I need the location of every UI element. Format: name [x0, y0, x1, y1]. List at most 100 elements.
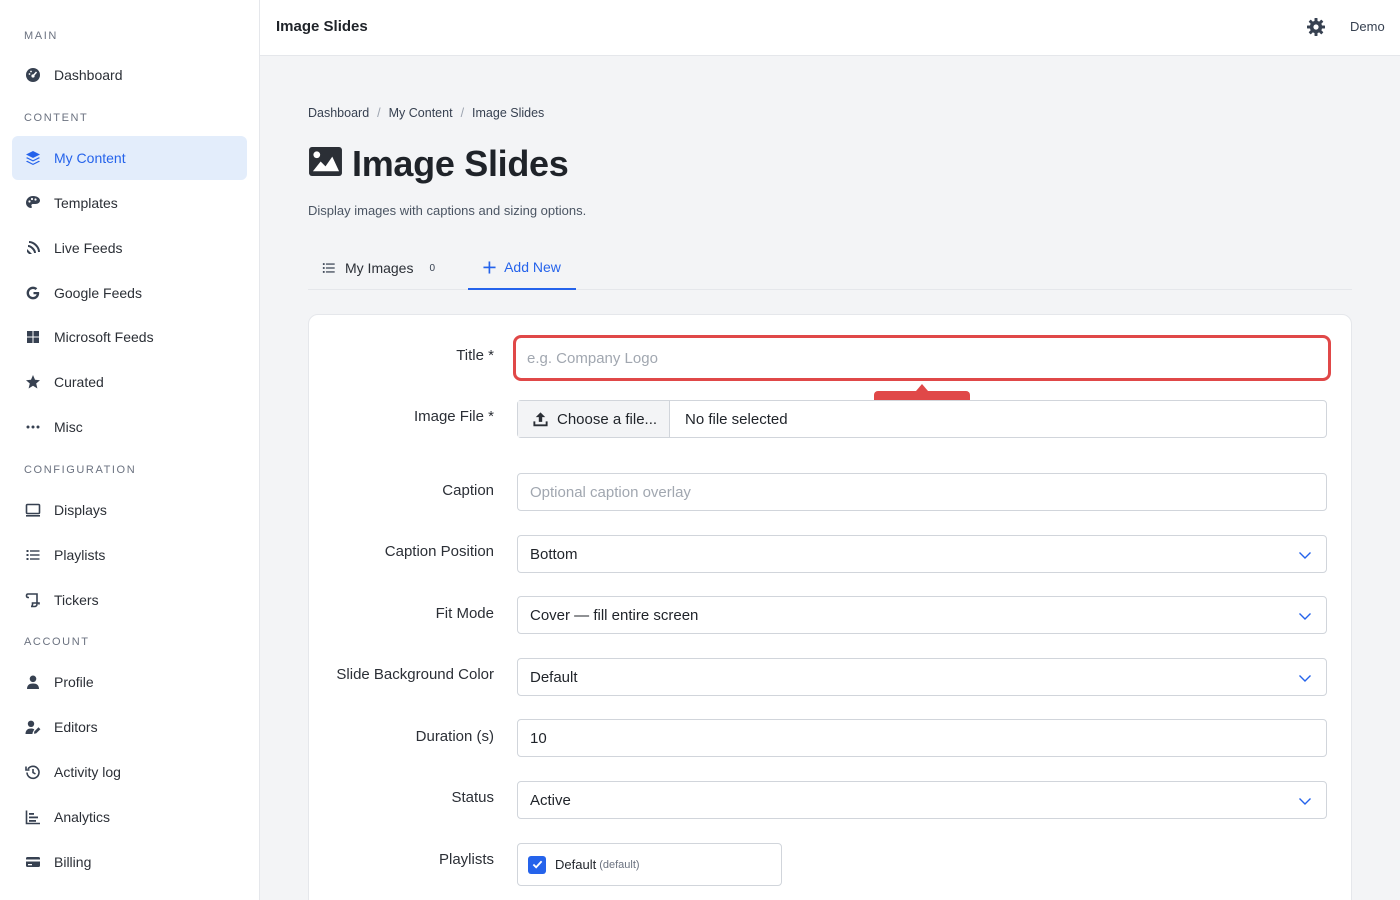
- bg-color-select[interactable]: Default: [517, 658, 1327, 696]
- image-file-input: Choose a file... No file selected: [517, 400, 1327, 438]
- file-status: No file selected: [685, 410, 788, 428]
- title-input[interactable]: e.g. Company Logo: [513, 335, 1331, 381]
- sidebar-item-label: Live Feeds: [54, 240, 123, 256]
- sidebar-item-misc[interactable]: Misc: [12, 405, 247, 449]
- choose-file-button[interactable]: Choose a file...: [518, 401, 670, 437]
- fit-mode-label: Fit Mode: [435, 605, 494, 622]
- sidebar-item-tickers[interactable]: Tickers: [12, 578, 247, 622]
- select-value: Bottom: [530, 545, 578, 563]
- windows-icon: [24, 328, 42, 346]
- chevron-down-icon: [1299, 552, 1311, 559]
- credit-card-icon: [24, 853, 42, 871]
- topbar-title: Image Slides: [276, 18, 368, 35]
- playlist-checkbox[interactable]: [528, 855, 546, 874]
- caption-label: Caption: [442, 482, 494, 499]
- list-icon: [322, 261, 336, 275]
- sidebar-item-curated[interactable]: Curated: [12, 360, 247, 404]
- check-icon: [532, 860, 542, 869]
- upload-icon: [533, 411, 548, 426]
- google-icon: [24, 284, 42, 302]
- sidebar-item-label: Templates: [54, 195, 118, 211]
- playlist-option: Default (default): [517, 843, 782, 886]
- fit-mode-select[interactable]: Cover — fill entire screen: [517, 596, 1327, 634]
- bg-color-label: Slide Background Color: [336, 666, 494, 683]
- page-title: Image Slides: [352, 143, 569, 184]
- tab-label: My Images: [345, 260, 414, 276]
- sidebar-item-analytics[interactable]: Analytics: [12, 795, 247, 839]
- sidebar-item-dashboard[interactable]: Dashboard: [12, 53, 247, 97]
- sidebar-item-activity-log[interactable]: Activity log: [12, 750, 247, 794]
- sidebar-item-label: Analytics: [54, 809, 111, 825]
- caption-position-select[interactable]: Bottom: [517, 535, 1327, 573]
- choose-file-label: Choose a file...: [557, 410, 658, 428]
- sidebar-item-label: Playlists: [54, 547, 106, 563]
- sidebar-item-label: Displays: [54, 502, 107, 518]
- sidebar-item-editors[interactable]: Editors: [12, 705, 247, 749]
- sidebar-item-microsoft-feeds[interactable]: Microsoft Feeds: [12, 315, 247, 359]
- topbar: Image Slides Demo: [260, 0, 1400, 56]
- palette-icon: [24, 194, 42, 212]
- select-value: Active: [530, 791, 571, 809]
- chevron-down-icon: [1299, 798, 1311, 805]
- sidebar: MAIN Dashboard CONTENT My Content Templa…: [0, 0, 260, 900]
- breadcrumb-my-content[interactable]: My Content: [389, 106, 453, 120]
- sidebar-section-content: CONTENT: [24, 112, 89, 124]
- chevron-down-icon: [1299, 675, 1311, 682]
- breadcrumb-dashboard[interactable]: Dashboard: [308, 106, 369, 120]
- sidebar-item-my-content[interactable]: My Content: [12, 136, 247, 180]
- select-value: Cover — fill entire screen: [530, 606, 699, 624]
- sidebar-section-main: MAIN: [24, 30, 58, 42]
- tab-add-new[interactable]: Add New: [468, 246, 576, 290]
- sidebar-item-google-feeds[interactable]: Google Feeds: [12, 271, 247, 315]
- tab-my-images[interactable]: My Images 0: [322, 246, 435, 290]
- sidebar-item-label: Activity log: [54, 764, 121, 780]
- sidebar-item-templates[interactable]: Templates: [12, 181, 247, 225]
- sidebar-item-label: My Content: [54, 150, 126, 166]
- scroll-icon: [24, 591, 42, 609]
- chevron-down-icon: [1299, 613, 1311, 620]
- list-icon: [24, 546, 42, 564]
- form-card: Title * e.g. Company Logo Type a title I…: [308, 314, 1352, 900]
- breadcrumb-current: Image Slides: [472, 106, 545, 120]
- sidebar-section-account: ACCOUNT: [24, 636, 90, 648]
- title-label: Title *: [456, 347, 494, 364]
- breadcrumb-separator: /: [377, 106, 381, 120]
- image-icon: [308, 146, 343, 182]
- user-edit-icon: [24, 718, 42, 736]
- sidebar-item-playlists[interactable]: Playlists: [12, 533, 247, 577]
- tab-label: Add New: [504, 259, 561, 275]
- tabs: My Images 0 Add New: [308, 246, 1352, 290]
- caption-input[interactable]: Optional caption overlay: [517, 473, 1327, 511]
- gear-icon[interactable]: [1306, 17, 1326, 37]
- sidebar-item-label: Microsoft Feeds: [54, 329, 154, 345]
- page-subtitle: Display images with captions and sizing …: [308, 203, 587, 218]
- page-header: Image Slides: [308, 143, 569, 185]
- sidebar-section-configuration: CONFIGURATION: [24, 464, 137, 476]
- playlists-label: Playlists: [438, 851, 494, 868]
- status-select[interactable]: Active: [517, 781, 1327, 819]
- duration-label: Duration (s): [415, 728, 494, 745]
- sidebar-item-label: Editors: [54, 719, 98, 735]
- duration-input[interactable]: 10: [517, 719, 1327, 757]
- status-label: Status: [451, 789, 494, 806]
- breadcrumb-separator: /: [460, 106, 465, 120]
- playlist-name: Default: [555, 857, 597, 872]
- playlist-default-tag: (default): [599, 858, 640, 871]
- sidebar-item-live-feeds[interactable]: Live Feeds: [12, 226, 247, 270]
- sidebar-item-displays[interactable]: Displays: [12, 488, 247, 532]
- sidebar-item-billing[interactable]: Billing: [12, 840, 247, 884]
- chart-icon: [24, 808, 42, 826]
- user-menu[interactable]: Demo: [1350, 19, 1385, 34]
- select-value: Default: [530, 668, 578, 686]
- star-icon: [24, 373, 42, 391]
- sidebar-item-label: Curated: [54, 374, 104, 390]
- satellite-icon: [24, 239, 42, 257]
- sidebar-item-label: Google Feeds: [54, 285, 142, 301]
- layers-icon: [24, 149, 42, 167]
- sidebar-item-profile[interactable]: Profile: [12, 660, 247, 704]
- count-badge: 0: [429, 262, 436, 274]
- monitor-icon: [24, 501, 42, 519]
- sidebar-item-label: Billing: [54, 854, 92, 870]
- image-file-label: Image File *: [413, 408, 494, 425]
- sidebar-item-label: Dashboard: [54, 67, 123, 83]
